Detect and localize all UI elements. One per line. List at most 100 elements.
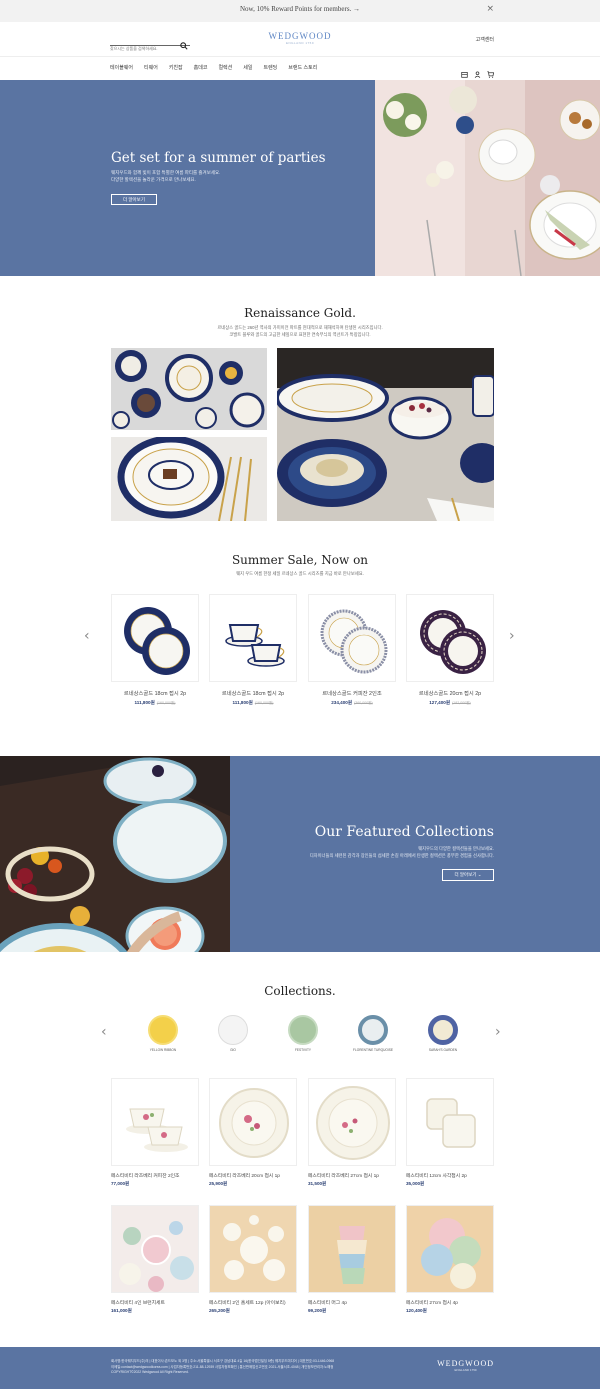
nav-item-trending[interactable]: 트렌딩 xyxy=(263,64,277,74)
main-nav: 테이블웨어 티웨어 키친잡 홈데코 컬렉션 세일 트렌딩 브랜드 스토리 xyxy=(110,64,328,74)
chevron-right-icon[interactable]: › xyxy=(509,628,515,644)
product-name[interactable]: 페스티비티 라즈베리 커피잔 2인조 xyxy=(111,1172,199,1179)
search-box xyxy=(110,35,190,54)
product-card[interactable]: 페스티비티 27cm 접시 4p 120,400원 xyxy=(406,1205,494,1314)
product-name[interactable]: 르네상스골드 18cm 접시 2p xyxy=(111,689,199,697)
chevron-right-icon[interactable]: › xyxy=(495,1024,501,1040)
product-name[interactable]: 페스티비티 라즈베리 27cm 접시 1p xyxy=(308,1172,396,1179)
product-image[interactable] xyxy=(111,594,199,682)
collection-name: GIO xyxy=(230,1048,236,1052)
nav-item-teaware[interactable]: 티웨어 xyxy=(144,64,158,74)
product-image[interactable] xyxy=(406,1205,494,1293)
product-price: 161,000원 xyxy=(111,1308,132,1313)
collection-item[interactable]: YELLOW RIBBON xyxy=(140,1015,186,1052)
customer-center-link[interactable]: 고객센터 xyxy=(476,36,494,43)
promo-text[interactable]: Now, 10% Reward Points for members. → xyxy=(0,5,600,13)
product-price: 234,400원 (360,000원) xyxy=(308,700,396,706)
product-name[interactable]: 페스티비티 라즈베리 20cm 접시 1p xyxy=(209,1172,297,1179)
collection-thumbnail[interactable] xyxy=(148,1015,178,1045)
collection-thumbnail[interactable] xyxy=(218,1015,248,1045)
featured-learn-more-button[interactable]: 더 알아보기 ⌄ xyxy=(442,869,494,881)
collection-item[interactable]: GIO xyxy=(210,1015,256,1052)
nav-item-tableware[interactable]: 테이블웨어 xyxy=(110,64,133,74)
product-price: 99,200원 xyxy=(308,1308,327,1313)
collection-name: FLORENTINE TURQUOISE xyxy=(353,1048,393,1052)
product-image[interactable] xyxy=(308,1205,396,1293)
product-price: 111,800원 (160,000원) xyxy=(111,700,199,706)
product-price: 31,500원 xyxy=(308,1181,327,1186)
product-card[interactable]: 페스티비티 머그 4p 99,200원 xyxy=(308,1205,396,1314)
featured-image xyxy=(0,756,230,952)
product-image[interactable] xyxy=(111,1205,199,1293)
renaissance-desc-line: 코발트 블루와 골드의 고급한 세잎으로 표현한 연속무늬의 역선트가 특징입니… xyxy=(229,331,371,337)
brand-logo[interactable]: WEDGWOOD ENGLAND 1759 xyxy=(250,31,350,45)
sale-price: 234,400원 xyxy=(331,700,353,705)
hero-learn-more-button[interactable]: 더 알아보기 xyxy=(111,194,157,205)
nav-item-sale[interactable]: 세일 xyxy=(243,64,252,74)
chevron-left-icon[interactable]: ‹ xyxy=(101,1024,107,1040)
product-card[interactable]: 페스티비티 라즈베리 20cm 접시 1p 25,900원 xyxy=(209,1078,297,1187)
product-card[interactable]: 페스티비티 2인 홈세트 12p (아이보리) 265,200원 xyxy=(209,1205,297,1314)
nav-item-collection[interactable]: 컬렉션 xyxy=(218,64,232,74)
collection-name: FESTIVITY xyxy=(294,1048,312,1052)
collection-item[interactable]: SARAH'S GARDEN xyxy=(420,1015,466,1052)
footer-logo-text: WEDGWOOD xyxy=(437,1359,494,1368)
product-name[interactable]: 르네상스골드 18cm 접시 2p xyxy=(209,689,297,697)
product-image[interactable] xyxy=(111,1078,199,1166)
collection-thumbnail[interactable] xyxy=(428,1015,458,1045)
featured-title: Our Featured Collections xyxy=(314,824,494,840)
product-card[interactable]: 르네상스골드 18cm 접시 2p 111,800원 (160,000원) xyxy=(209,594,297,706)
header-divider xyxy=(0,56,600,57)
search-input[interactable] xyxy=(110,43,178,54)
product-card[interactable]: 르네상스골드 20cm 접시 2p 127,400원 (182,000원) xyxy=(406,594,494,706)
collection-item[interactable]: FESTIVITY xyxy=(280,1015,326,1052)
product-name[interactable]: 르네상스골드 커피잔 2인조 xyxy=(308,689,396,697)
product-name[interactable]: 페스티비티 27cm 접시 4p xyxy=(406,1299,494,1306)
product-image[interactable] xyxy=(308,594,396,682)
product-card[interactable]: 페스티비티 12cm 사각접시 2p 35,000원 xyxy=(406,1078,494,1187)
chevron-left-icon[interactable]: ‹ xyxy=(84,628,90,644)
product-name[interactable]: 페스티비티 12cm 사각접시 2p xyxy=(406,1172,494,1179)
product-price: 25,900원 xyxy=(209,1181,228,1186)
product-image[interactable] xyxy=(209,1205,297,1293)
hero-image xyxy=(375,80,600,276)
renaissance-image-2[interactable] xyxy=(111,437,267,521)
collection-item[interactable]: FLORENTINE TURQUOISE xyxy=(350,1015,396,1052)
sale-title: Summer Sale, Now on xyxy=(231,553,369,567)
renaissance-image-1[interactable] xyxy=(111,348,267,430)
footer-logo[interactable]: WEDGWOOD ENGLAND 1759 xyxy=(437,1359,494,1372)
renaissance-title: Renaissance Gold. xyxy=(244,306,356,320)
collection-thumbnail[interactable] xyxy=(288,1015,318,1045)
nav-item-brand-story[interactable]: 브랜드 스토리 xyxy=(288,64,317,74)
product-card[interactable]: 페스티비티 라즈베리 27cm 접시 1p 31,500원 xyxy=(308,1078,396,1187)
product-name[interactable]: 페스티비티 머그 4p xyxy=(308,1299,396,1306)
product-card[interactable]: 페스티비티 4인 브런치세트 161,000원 xyxy=(111,1205,199,1314)
collection-name: YELLOW RIBBON xyxy=(149,1048,177,1052)
product-price: 127,400원 (182,000원) xyxy=(406,700,494,706)
product-image[interactable] xyxy=(209,1078,297,1166)
featured-desc-line: 디자이너들의 세련된 감각과 장인들의 섬세한 손길 아래에서 탄생한 컬렉션은… xyxy=(309,852,494,858)
product-image[interactable] xyxy=(308,1078,396,1166)
nav-item-homedeco[interactable]: 홈데코 xyxy=(194,64,208,74)
original-price: (182,000원) xyxy=(452,701,471,705)
company-info: 회사명:한국웨지우드(주)의 | 대표이사:존드모노 외 3명 | 주소:서울특… xyxy=(111,1359,411,1376)
search-icon[interactable] xyxy=(180,35,188,54)
logo-text: WEDGWOOD xyxy=(268,31,332,41)
nav-item-kitchen[interactable]: 키친잡 xyxy=(169,64,183,74)
renaissance-image-3[interactable] xyxy=(277,348,494,521)
product-name[interactable]: 르네상스골드 20cm 접시 2p xyxy=(406,689,494,697)
product-card[interactable]: 르네상스골드 18cm 접시 2p 111,800원 (160,000원) xyxy=(111,594,199,706)
original-price: (360,000원) xyxy=(354,701,373,705)
close-icon[interactable]: × xyxy=(486,4,494,14)
product-card[interactable]: 페스티비티 라즈베리 커피잔 2인조 77,000원 xyxy=(111,1078,199,1187)
product-card[interactable]: 르네상스골드 커피잔 2인조 234,400원 (360,000원) xyxy=(308,594,396,706)
renaissance-description: 르네상스 골드는 260년 역사의 가미이전 파트를 현대적으로 재해석하여 탄… xyxy=(0,325,600,338)
product-image[interactable] xyxy=(406,1078,494,1166)
product-image[interactable] xyxy=(209,594,297,682)
product-price: 265,200원 xyxy=(209,1308,230,1313)
product-name[interactable]: 페스티비티 2인 홈세트 12p (아이보리) xyxy=(209,1299,297,1306)
product-image[interactable] xyxy=(406,594,494,682)
collection-thumbnail[interactable] xyxy=(358,1015,388,1045)
product-price: 35,000원 xyxy=(406,1181,425,1186)
product-name[interactable]: 페스티비티 4인 브런치세트 xyxy=(111,1299,199,1306)
